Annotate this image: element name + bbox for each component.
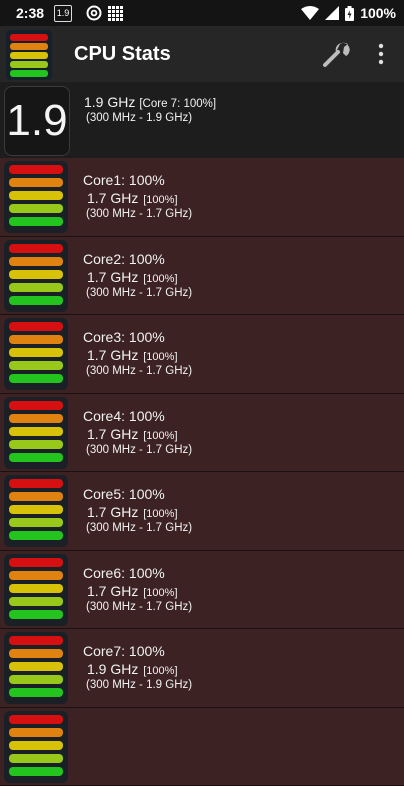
- summary-core-note: [Core 7: 100%]: [139, 98, 216, 110]
- core-freq-line: 1.7 GHz [100%]: [87, 190, 178, 206]
- core-usage: [100%]: [143, 587, 177, 599]
- core-range: (300 MHz - 1.7 GHz): [86, 522, 192, 534]
- battery-icon: [345, 6, 354, 21]
- wrench-icon[interactable]: [322, 40, 352, 68]
- core-freq: 1.7 GHz: [87, 347, 138, 363]
- core-row-2[interactable]: Core2: 100% 1.7 GHz [100%] (300 MHz - 1.…: [0, 237, 404, 316]
- core-meter-icon: [4, 632, 68, 704]
- cpu-summary[interactable]: 1.9 1.9 GHz [Core 7: 100%] (300 MHz - 1.9…: [0, 82, 404, 158]
- core-meter-icon: [4, 554, 68, 626]
- core-range: (300 MHz - 1.7 GHz): [86, 287, 192, 299]
- core-freq-line: 1.7 GHz [100%]: [87, 426, 178, 442]
- core-range: (300 MHz - 1.7 GHz): [86, 601, 192, 613]
- cpu-freq-badge: 1.9: [54, 5, 72, 22]
- core-meter-icon: [4, 161, 68, 233]
- core-row-1[interactable]: Core1: 100% 1.7 GHz [100%] (300 MHz - 1.…: [0, 158, 404, 237]
- core-meter-icon: [4, 397, 68, 469]
- core-freq-line: 1.7 GHz [100%]: [87, 347, 178, 363]
- core-freq-line: 1.7 GHz [100%]: [87, 583, 178, 599]
- core-row-partial[interactable]: [0, 708, 404, 786]
- overflow-menu-icon[interactable]: [372, 42, 390, 66]
- core-freq: 1.7 GHz: [87, 504, 138, 520]
- wifi-icon: [301, 6, 319, 20]
- core-name: Core6: 100%: [83, 565, 165, 581]
- core-freq: 1.7 GHz: [87, 583, 138, 599]
- core-freq: 1.7 GHz: [87, 426, 138, 442]
- core-name: Core4: 100%: [83, 408, 165, 424]
- core-freq: 1.7 GHz: [87, 269, 138, 285]
- core-name: Core7: 100%: [83, 643, 165, 659]
- signal-icon: [325, 6, 339, 20]
- core-usage: [100%]: [143, 665, 177, 677]
- core-freq-line: 1.7 GHz [100%]: [87, 504, 178, 520]
- summary-range: (300 MHz - 1.9 GHz): [86, 112, 192, 124]
- core-usage: [100%]: [143, 430, 177, 442]
- grid-icon: [108, 6, 123, 21]
- core-name: Core5: 100%: [83, 486, 165, 502]
- max-freq-display: 1.9: [4, 86, 70, 156]
- core-usage: [100%]: [143, 351, 177, 363]
- app-logo-icon: [6, 30, 52, 80]
- core-name: Core2: 100%: [83, 251, 165, 267]
- core-meter-icon: [4, 240, 68, 312]
- core-freq-line: 1.9 GHz [100%]: [87, 661, 178, 677]
- core-range: (300 MHz - 1.7 GHz): [86, 208, 192, 220]
- core-row-6[interactable]: Core6: 100% 1.7 GHz [100%] (300 MHz - 1.…: [0, 551, 404, 630]
- core-usage: [100%]: [143, 508, 177, 520]
- at-icon: [86, 5, 102, 21]
- summary-freq: 1.9 GHz: [84, 94, 135, 110]
- status-bar: 2:38 1.9 100%: [0, 0, 404, 26]
- core-freq-line: 1.7 GHz [100%]: [87, 269, 178, 285]
- core-freq: 1.9 GHz: [87, 661, 138, 677]
- core-usage: [100%]: [143, 194, 177, 206]
- core-name: Core3: 100%: [83, 329, 165, 345]
- core-usage: [100%]: [143, 273, 177, 285]
- summary-freq-line: 1.9 GHz [Core 7: 100%]: [84, 94, 216, 110]
- core-range: (300 MHz - 1.7 GHz): [86, 444, 192, 456]
- app-bar: CPU Stats: [0, 26, 404, 82]
- core-range: (300 MHz - 1.9 GHz): [86, 679, 192, 691]
- app-title: CPU Stats: [74, 26, 171, 82]
- core-name: Core1: 100%: [83, 172, 165, 188]
- status-time: 2:38: [16, 5, 44, 21]
- core-list: Core1: 100% 1.7 GHz [100%] (300 MHz - 1.…: [0, 158, 404, 786]
- core-meter-icon: [4, 475, 68, 547]
- core-row-3[interactable]: Core3: 100% 1.7 GHz [100%] (300 MHz - 1.…: [0, 315, 404, 394]
- core-row-7[interactable]: Core7: 100% 1.9 GHz [100%] (300 MHz - 1.…: [0, 629, 404, 708]
- core-freq: 1.7 GHz: [87, 190, 138, 206]
- core-row-4[interactable]: Core4: 100% 1.7 GHz [100%] (300 MHz - 1.…: [0, 394, 404, 473]
- core-row-5[interactable]: Core5: 100% 1.7 GHz [100%] (300 MHz - 1.…: [0, 472, 404, 551]
- core-range: (300 MHz - 1.7 GHz): [86, 365, 192, 377]
- battery-percent: 100%: [360, 5, 396, 21]
- core-meter-icon: [4, 711, 68, 783]
- core-meter-icon: [4, 318, 68, 390]
